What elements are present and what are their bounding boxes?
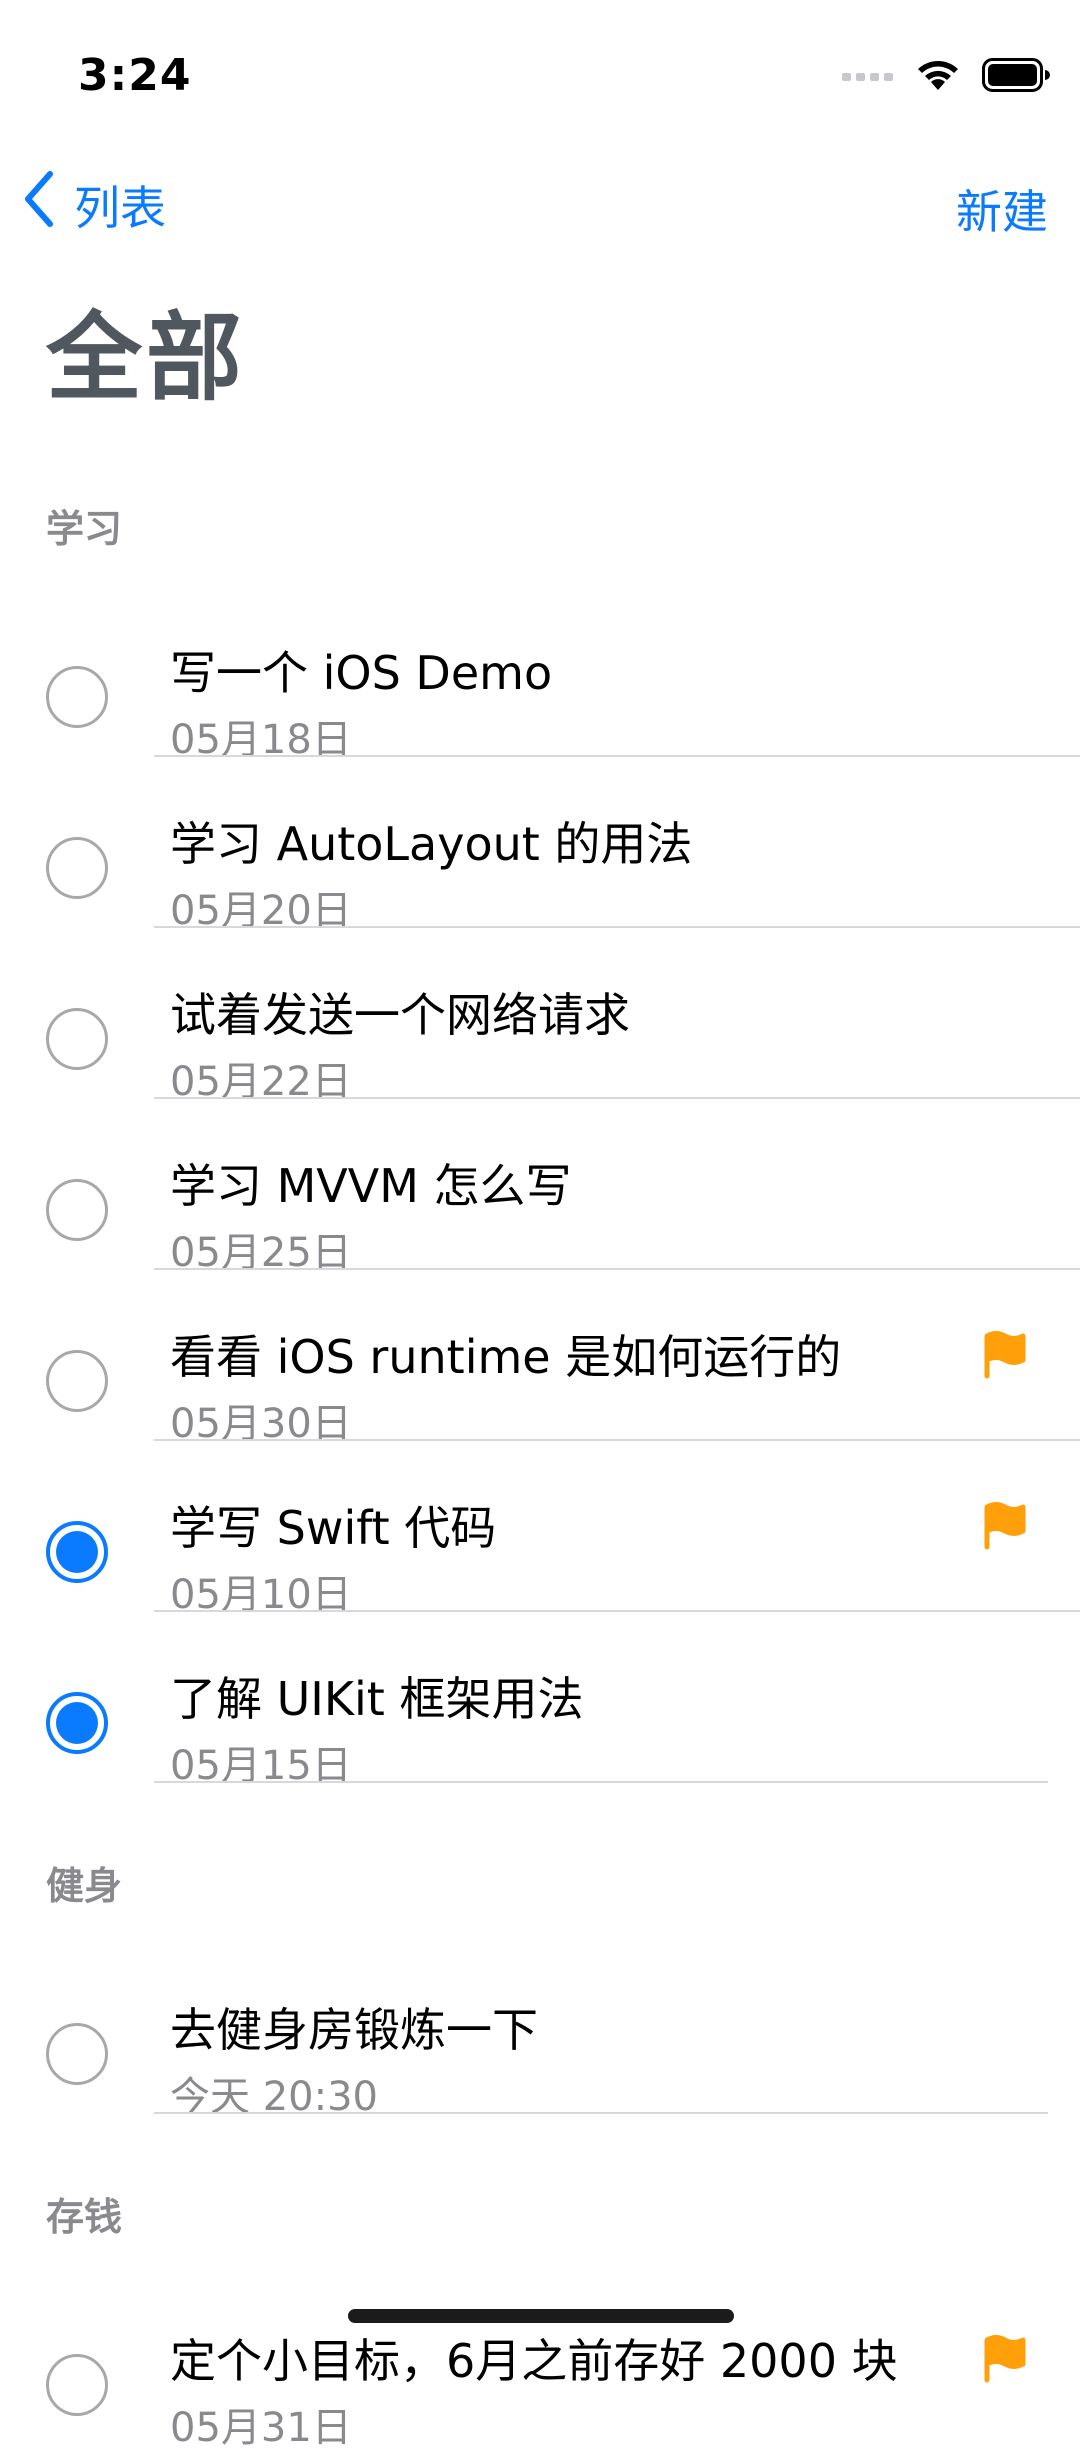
completion-radio-checked[interactable] xyxy=(46,1521,108,1583)
list-item[interactable]: 写一个 iOS Demo 05月18日 xyxy=(0,586,1080,763)
completion-radio[interactable] xyxy=(46,2023,108,2085)
completion-radio-checked[interactable] xyxy=(46,1692,108,1754)
item-title: 试着发送一个网络请求 xyxy=(170,988,630,1042)
back-button[interactable]: 列表 xyxy=(22,170,166,239)
chevron-left-icon xyxy=(22,170,56,239)
list-item[interactable]: 试着发送一个网络请求 05月22日 xyxy=(0,928,1080,1105)
reminder-list: 学习 写一个 iOS Demo 05月18日 学习 AutoLayout 的用法… xyxy=(0,488,1080,2451)
status-time: 3:24 xyxy=(78,50,192,101)
list-item[interactable]: 去健身房锻炼一下 今天 20:30 xyxy=(0,1943,1080,2120)
completion-radio[interactable] xyxy=(46,666,108,728)
status-bar: 3:24 xyxy=(0,0,1080,150)
list-item[interactable]: 学写 Swift 代码 05月10日 xyxy=(0,1441,1080,1618)
item-title: 学习 AutoLayout 的用法 xyxy=(170,817,693,871)
list-item[interactable]: 学习 AutoLayout 的用法 05月20日 xyxy=(0,757,1080,934)
list-item[interactable]: 看看 iOS runtime 是如何运行的 05月30日 xyxy=(0,1270,1080,1447)
item-title: 写一个 iOS Demo xyxy=(170,646,553,700)
new-button[interactable]: 新建 xyxy=(956,176,1048,242)
completion-radio[interactable] xyxy=(46,1179,108,1241)
cellular-signal-icon xyxy=(842,68,894,87)
divider xyxy=(154,1781,1048,1783)
flag-icon xyxy=(982,2334,1028,2384)
section-header: 存钱 xyxy=(46,2195,123,2239)
completion-radio[interactable] xyxy=(46,837,108,899)
item-title: 了解 UIKit 框架用法 xyxy=(170,1672,584,1726)
back-label: 列表 xyxy=(74,180,166,235)
item-title: 学习 MVVM 怎么写 xyxy=(170,1159,572,1213)
list-item[interactable]: 定个小目标，6月之前存好 2000 块 05月31日 xyxy=(0,2274,1080,2451)
completion-radio[interactable] xyxy=(46,2354,108,2416)
list-item[interactable]: 了解 UIKit 框架用法 05月15日 xyxy=(0,1612,1080,1789)
item-title: 看看 iOS runtime 是如何运行的 xyxy=(170,1330,842,1384)
flag-icon xyxy=(982,1501,1028,1551)
flag-icon xyxy=(982,1330,1028,1380)
completion-radio[interactable] xyxy=(46,1350,108,1412)
item-title: 定个小目标，6月之前存好 2000 块 xyxy=(170,2334,898,2388)
battery-icon xyxy=(982,58,1050,96)
completion-radio[interactable] xyxy=(46,1008,108,1070)
section-header: 健身 xyxy=(46,1864,123,1908)
page-title: 全部 xyxy=(46,302,246,414)
divider xyxy=(154,2112,1048,2114)
wifi-icon xyxy=(916,58,960,96)
item-title: 去健身房锻炼一下 xyxy=(170,2003,538,2057)
status-icons xyxy=(842,58,1050,96)
list-item[interactable]: 学习 MVVM 怎么写 05月25日 xyxy=(0,1099,1080,1276)
home-indicator[interactable] xyxy=(348,2309,734,2323)
item-date: 05月31日 xyxy=(170,2405,352,2451)
section-header: 学习 xyxy=(46,507,123,551)
item-title: 学写 Swift 代码 xyxy=(170,1501,497,1555)
